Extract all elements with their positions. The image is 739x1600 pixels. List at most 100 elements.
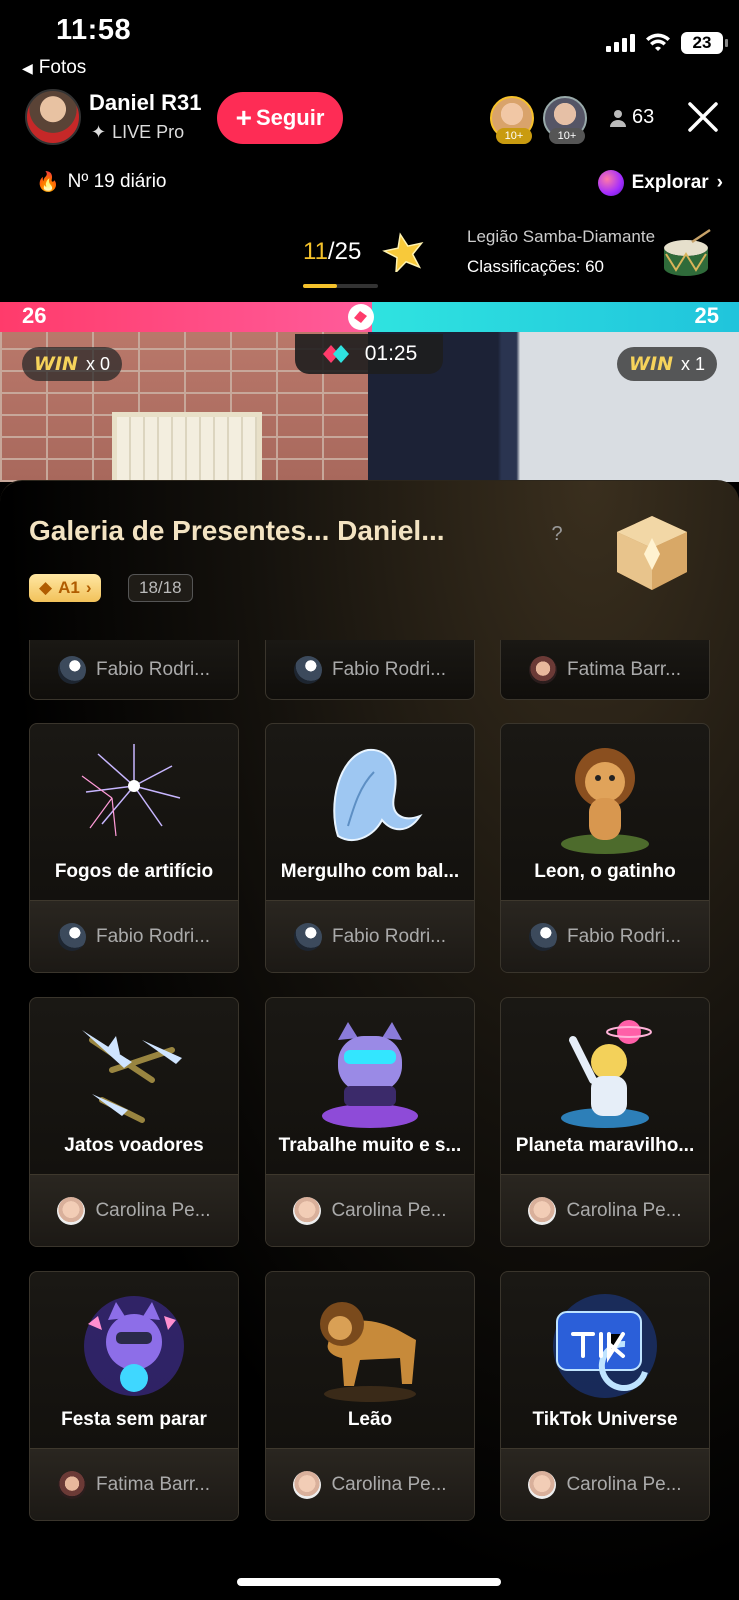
sender-avatar (293, 922, 322, 951)
gift-sender: Carolina Pe... (501, 1174, 709, 1246)
close-icon[interactable] (684, 98, 722, 136)
back-label: Fotos (38, 57, 87, 78)
gift-sender: Carolina Pe... (266, 1448, 474, 1520)
explore-label: Explorar (631, 172, 709, 193)
gift-name: Festa sem parar (61, 1409, 207, 1430)
gallery-level-badge[interactable]: ◆ A1 › (29, 574, 102, 602)
gift-name: TikTok Universe (532, 1409, 678, 1430)
gift-card[interactable]: Festa sem parar Fatima Barr... (29, 1271, 239, 1521)
gift-sender: Fabio Rodri... (266, 900, 474, 972)
gifts-collected: 18/18 (128, 574, 193, 602)
drum-icon (664, 228, 711, 276)
host-avatar[interactable] (25, 89, 81, 145)
gift-name: Fogos de artifício (54, 861, 214, 882)
battle-marker-icon (348, 304, 374, 330)
signal-icon (606, 34, 635, 52)
chevron-right-icon: › (716, 172, 723, 193)
diamond-icon: ◆ (39, 578, 53, 597)
sender-avatar (528, 655, 557, 684)
gift-card[interactable]: Leon, o gatinho Fabio Rodri... (500, 723, 710, 973)
follow-label: Seguir (255, 105, 325, 130)
viewer-rank-badge: 10+ (496, 128, 532, 144)
gift-sender: Carolina Pe... (266, 1174, 474, 1246)
sender-avatar (528, 1196, 557, 1225)
battle-bar-right (372, 302, 739, 332)
sender-name: Fatima Barr... (95, 1473, 211, 1495)
host-name[interactable]: Daniel R31 (89, 90, 202, 116)
sender-name: Carolina Pe... (95, 1199, 211, 1221)
planet-icon (597, 170, 624, 196)
win-word: WIN (34, 353, 78, 375)
gift-sender: Carolina Pe... (501, 1448, 709, 1520)
battle-icon (322, 345, 349, 363)
sender-name: Fabio Rodri... (331, 658, 447, 680)
viewer-count[interactable]: 63 (610, 106, 654, 129)
legion-rankings: Classificações: 60 (467, 257, 605, 276)
gift-name: Leon, o gatinho (534, 861, 676, 882)
viewer-rank-badge: 10+ (549, 128, 585, 144)
gift-name: Mergulho com bal... (280, 861, 460, 882)
follow-button[interactable]: + Seguir (217, 92, 343, 144)
gift-card[interactable]: Fogos de artifício Fabio Rodri... (29, 723, 239, 973)
back-to-photos-link[interactable]: ◀ Fotos (22, 57, 86, 79)
astronaut-planet-icon (561, 1020, 652, 1128)
gift-card[interactable]: Trabalhe muito e s... Carolina Pe... (265, 997, 475, 1247)
gift-name: Jatos voadores (64, 1135, 204, 1156)
sender-avatar (57, 1196, 86, 1225)
gift-card[interactable]: Mergulho com bal... Fabio Rodri... (265, 723, 475, 973)
plus-icon: + (235, 102, 252, 133)
sender-name: Carolina Pe... (331, 1473, 447, 1495)
sender-avatar (528, 1470, 557, 1499)
sender-name: Fabio Rodri... (95, 925, 211, 947)
flame-icon: 🔥 (36, 172, 60, 193)
goal-progress[interactable]: 11/25 (303, 238, 361, 266)
kitten-lion-icon (561, 748, 649, 854)
sender-avatar (293, 1470, 322, 1499)
home-indicator[interactable] (237, 1578, 501, 1586)
daily-rank[interactable]: 🔥 Nº 19 diário (36, 170, 167, 194)
legion-info[interactable]: Legião Samba-Diamante Classificações: 60 (467, 222, 655, 282)
win-count-right: x 1 (680, 353, 705, 374)
win-streak-left: WIN x 0 (22, 347, 122, 381)
battle-timer: 01:25 (295, 334, 443, 374)
status-time: 11:58 (56, 14, 132, 46)
host-badge: ✦ LIVE Pro (91, 122, 184, 143)
gift-card[interactable]: Leão Carolina Pe... (265, 1271, 475, 1521)
goal-progress-bar (303, 284, 378, 288)
gift-card[interactable]: Planeta maravilho... Carolina Pe... (500, 997, 710, 1247)
win-streak-right: WIN x 1 (617, 347, 717, 381)
wifi-icon (646, 33, 670, 51)
gift-card-partial[interactable]: Fabio Rodri... (29, 640, 239, 700)
explore-button[interactable]: Explorar › (597, 170, 723, 196)
goal-progress-total: /25 (327, 238, 362, 265)
gift-cube-icon (617, 516, 687, 590)
viewer-count-value: 63 (632, 106, 655, 128)
gift-sender: Fabio Rodri... (30, 900, 238, 972)
win-word: WIN (629, 353, 673, 375)
sender-name: Fabio Rodri... (95, 658, 211, 680)
gift-name: Planeta maravilho... (515, 1135, 695, 1156)
gift-sender: Fabio Rodri... (501, 900, 709, 972)
jets-icon (82, 1030, 182, 1123)
back-arrow-icon: ◀ (22, 59, 33, 76)
sender-avatar (528, 922, 557, 951)
gift-card-partial[interactable]: Fatima Barr... (500, 640, 710, 700)
party-cat-icon (84, 1296, 184, 1396)
background-door (112, 412, 262, 482)
star-icon (382, 232, 424, 272)
sender-avatar (293, 1196, 322, 1225)
top-viewer-avatar[interactable]: 10+ (543, 96, 587, 144)
goal-progress-current: 11 (303, 238, 328, 265)
battle-score-right: 25 (694, 303, 719, 328)
gift-card[interactable]: TikTok Universe Carolina Pe... (500, 1271, 710, 1521)
sender-name: Carolina Pe... (566, 1199, 682, 1221)
help-icon[interactable]: ? (546, 523, 568, 545)
gift-sender: Fatima Barr... (30, 1448, 238, 1520)
gift-card-partial[interactable]: Fabio Rodri... (265, 640, 475, 700)
battle-score-left: 26 (22, 303, 47, 328)
battery-icon: 23 (681, 32, 728, 54)
sender-avatar (57, 655, 86, 684)
sparkle-icon: ✦ (91, 122, 107, 142)
gift-card[interactable]: Jatos voadores Carolina Pe... (29, 997, 239, 1247)
top-viewer-avatar[interactable]: 10+ (490, 96, 534, 144)
